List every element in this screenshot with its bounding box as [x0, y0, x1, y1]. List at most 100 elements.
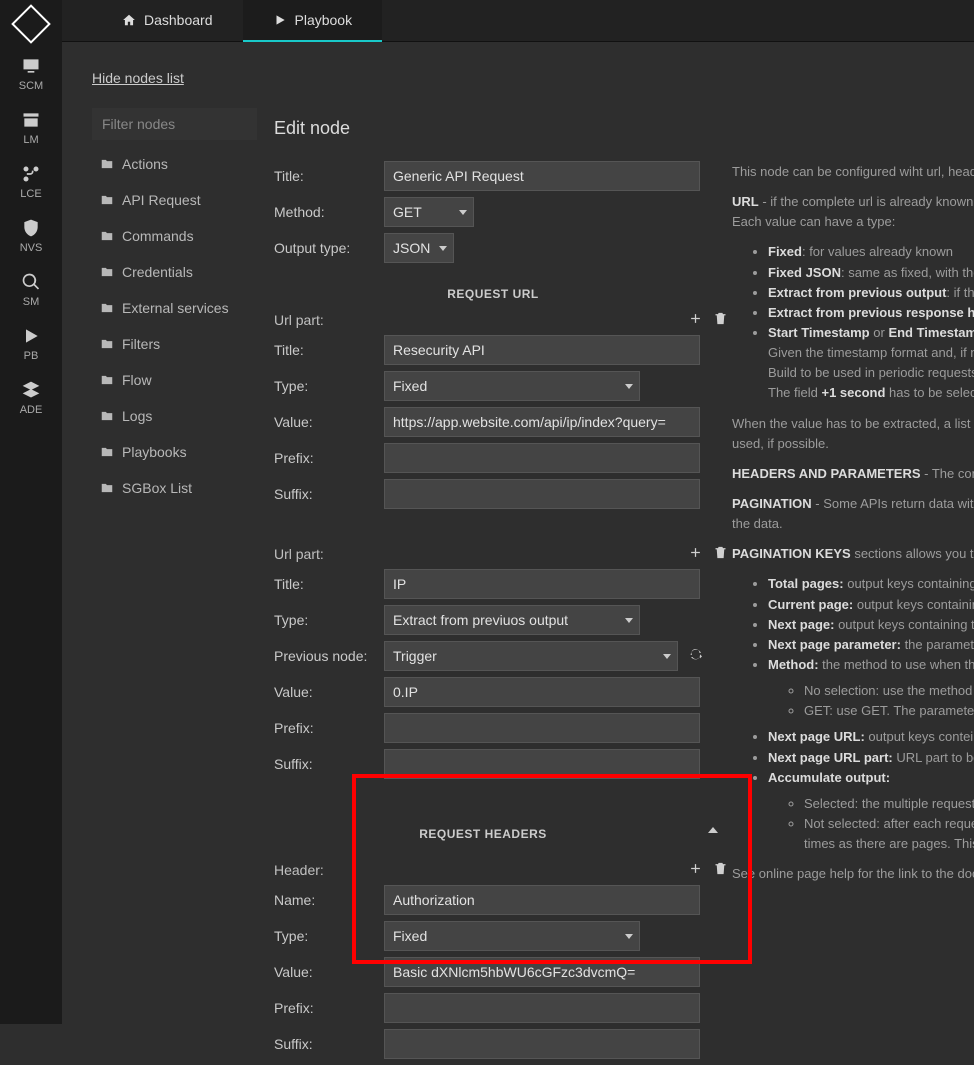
chevron-up-icon[interactable]	[708, 827, 718, 833]
tree-label: SGBox List	[122, 480, 192, 496]
url1-suffix-input[interactable]	[384, 479, 700, 509]
help-text: URL - if the complete url is already kno…	[732, 192, 974, 232]
rail-label: NVS	[20, 242, 43, 254]
tree-item[interactable]: External services	[92, 290, 257, 326]
logo-icon	[11, 4, 51, 44]
label-output: Output type:	[258, 240, 384, 256]
section-request-url: REQUEST URL	[258, 269, 728, 311]
rail-label: SM	[23, 296, 40, 308]
help-text: output keys containing t	[853, 597, 974, 612]
hdr-type-select[interactable]: Fixed	[384, 921, 640, 951]
tree-item[interactable]: Actions	[92, 146, 257, 182]
help-text: Next page URL:	[768, 729, 865, 744]
label-urlpart: Url part:	[258, 312, 384, 328]
rail-item-nvs[interactable]: NVS	[20, 218, 43, 254]
help-text: End Timestamp	[888, 325, 974, 340]
add-button[interactable]	[688, 545, 703, 563]
folder-icon	[100, 193, 114, 207]
add-button[interactable]	[688, 861, 703, 879]
folder-icon	[100, 373, 114, 387]
hide-nodes-link[interactable]: Hide nodes list	[92, 70, 184, 86]
help-text: Fixed JSON	[768, 265, 841, 280]
tab-playbook[interactable]: Playbook	[243, 0, 383, 42]
rail-item-pb[interactable]: PB	[21, 326, 41, 362]
tree-item[interactable]: API Request	[92, 182, 257, 218]
tree-item[interactable]: SGBox List	[92, 470, 257, 506]
plus-icon	[688, 311, 703, 326]
hdr-prefix-input[interactable]	[384, 993, 700, 1023]
help-text: When the value has to be extracted, a li…	[732, 414, 974, 454]
trash-icon	[713, 861, 728, 876]
help-text: times as there are pages. This i	[804, 836, 974, 851]
trash-icon	[713, 311, 728, 326]
tree-item[interactable]: Logs	[92, 398, 257, 434]
url1-prefix-input[interactable]	[384, 443, 700, 473]
select-value: Trigger	[393, 648, 437, 664]
section-request-headers: REQUEST HEADERS	[258, 809, 708, 851]
help-text: Each value can have a type:	[732, 214, 895, 229]
url1-type-select[interactable]: Fixed	[384, 371, 640, 401]
left-rail: SCM LM LCE NVS SM PB ADE	[0, 0, 62, 1024]
title-input[interactable]: Generic API Request	[384, 161, 700, 191]
url1-value-input[interactable]: https://app.website.com/api/ip/index?que…	[384, 407, 700, 437]
url2-prefix-input[interactable]	[384, 713, 700, 743]
help-list: Fixed: for values already known Fixed JS…	[732, 242, 974, 403]
help-text: used, if possible.	[732, 436, 829, 451]
hdr-suffix-input[interactable]	[384, 1029, 700, 1059]
label-urlpart: Url part:	[258, 546, 384, 562]
chevron-down-icon	[625, 618, 633, 623]
add-button[interactable]	[688, 311, 703, 329]
tree-item[interactable]: Flow	[92, 362, 257, 398]
url1-title-input[interactable]: Resecurity API	[384, 335, 700, 365]
label-name: Name:	[258, 892, 384, 908]
label-suffix: Suffix:	[258, 486, 384, 502]
tab-dashboard[interactable]: Dashboard	[92, 0, 243, 42]
editor-heading: Edit node	[274, 118, 728, 139]
help-text: PAGINATION KEYS sections allows you to s…	[732, 544, 974, 564]
delete-button[interactable]	[713, 311, 728, 329]
tree-label: Logs	[122, 408, 152, 424]
refresh-button[interactable]	[688, 647, 704, 666]
rail-label: PB	[24, 350, 39, 362]
rail-label: ADE	[20, 404, 43, 416]
label-suffix: Suffix:	[258, 1036, 384, 1052]
select-value: Fixed	[393, 928, 427, 944]
hdr-name-input[interactable]: Authorization	[384, 885, 700, 915]
url2-suffix-input[interactable]	[384, 749, 700, 779]
help-text: PAGINATION KEYS	[732, 546, 851, 561]
help-text: Accumulate output:	[768, 770, 890, 785]
folder-icon	[100, 229, 114, 243]
rail-item-sm[interactable]: SM	[21, 272, 41, 308]
help-text: GET: use GET. The parameter w	[804, 701, 974, 721]
select-value: Fixed	[393, 378, 427, 394]
delete-button[interactable]	[713, 545, 728, 563]
help-text: has to be selected	[885, 385, 974, 400]
tab-label: Dashboard	[144, 12, 213, 28]
tree-item[interactable]: Filters	[92, 326, 257, 362]
folder-icon	[100, 337, 114, 351]
chevron-down-icon	[459, 210, 467, 215]
rail-item-lce[interactable]: LCE	[20, 164, 41, 200]
help-text: Not selected: after each reques	[804, 816, 974, 831]
folder-icon	[100, 409, 114, 423]
url2-type-select[interactable]: Extract from previuos output	[384, 605, 640, 635]
output-select[interactable]: JSON	[384, 233, 454, 263]
label-type: Type:	[258, 928, 384, 944]
method-select[interactable]: GET	[384, 197, 474, 227]
tree-item[interactable]: Credentials	[92, 254, 257, 290]
delete-button[interactable]	[713, 861, 728, 879]
url2-title-input[interactable]: IP	[384, 569, 700, 599]
tree-item[interactable]: Playbooks	[92, 434, 257, 470]
rail-item-ade[interactable]: ADE	[20, 380, 43, 416]
filter-input[interactable]: Filter nodes	[92, 108, 257, 140]
refresh-icon	[688, 647, 704, 663]
rail-item-scm[interactable]: SCM	[19, 56, 43, 92]
rail-item-lm[interactable]: LM	[21, 110, 41, 146]
plus-icon	[688, 545, 703, 560]
method-value: GET	[393, 204, 422, 220]
label-method: Method:	[258, 204, 384, 220]
url2-prevnode-select[interactable]: Trigger	[384, 641, 678, 671]
hdr-value-input[interactable]: Basic dXNlcm5hbWU6cGFzc3dvcmQ=	[384, 957, 700, 987]
url2-value-input[interactable]: 0.IP	[384, 677, 700, 707]
tree-item[interactable]: Commands	[92, 218, 257, 254]
